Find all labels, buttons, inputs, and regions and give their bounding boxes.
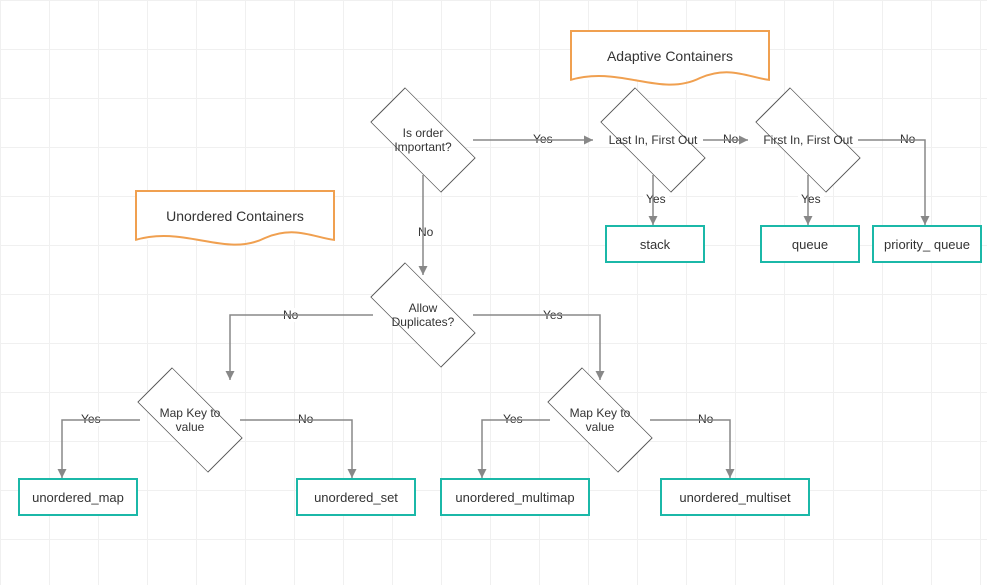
terminal-unordered-map: unordered_map xyxy=(18,478,138,516)
decision-map-key-right-label: Map Key to value xyxy=(550,385,650,455)
decision-order-important-label: Is order Important? xyxy=(373,105,473,175)
decision-lifo-label: Last In, First Out xyxy=(603,105,703,175)
terminal-priority-queue: priority_ queue xyxy=(872,225,982,263)
terminal-unordered-multiset: unordered_multiset xyxy=(660,478,810,516)
terminal-unordered-multimap: unordered_multimap xyxy=(440,478,590,516)
decision-allow-duplicates-label: Allow Duplicates? xyxy=(373,280,473,350)
decision-lifo: Last In, First Out xyxy=(603,105,703,175)
decision-map-key-left: Map Key to value xyxy=(140,385,240,455)
decision-fifo: First In, First Out xyxy=(758,105,858,175)
edge-no-4: No xyxy=(280,308,301,322)
decision-fifo-label: First In, First Out xyxy=(758,105,858,175)
decision-map-key-left-label: Map Key to value xyxy=(140,385,240,455)
title-adaptive: Adaptive Containers xyxy=(570,30,770,80)
title-unordered: Unordered Containers xyxy=(135,190,335,240)
decision-allow-duplicates: Allow Duplicates? xyxy=(373,280,473,350)
terminal-stack: stack xyxy=(605,225,705,263)
edge-yes-3: Yes xyxy=(798,192,824,206)
edge-no-2: No xyxy=(897,132,918,146)
edge-yes-1: Yes xyxy=(530,132,556,146)
decision-map-key-right: Map Key to value xyxy=(550,385,650,455)
edge-yes-2: Yes xyxy=(643,192,669,206)
edge-no-1: No xyxy=(720,132,741,146)
edge-no-5: No xyxy=(295,412,316,426)
terminal-queue: queue xyxy=(760,225,860,263)
edge-yes-6: Yes xyxy=(500,412,526,426)
edge-yes-5: Yes xyxy=(78,412,104,426)
edge-yes-4: Yes xyxy=(540,308,566,322)
terminal-unordered-set: unordered_set xyxy=(296,478,416,516)
edge-no-3: No xyxy=(415,225,436,239)
edge-no-6: No xyxy=(695,412,716,426)
decision-order-important: Is order Important? xyxy=(373,105,473,175)
